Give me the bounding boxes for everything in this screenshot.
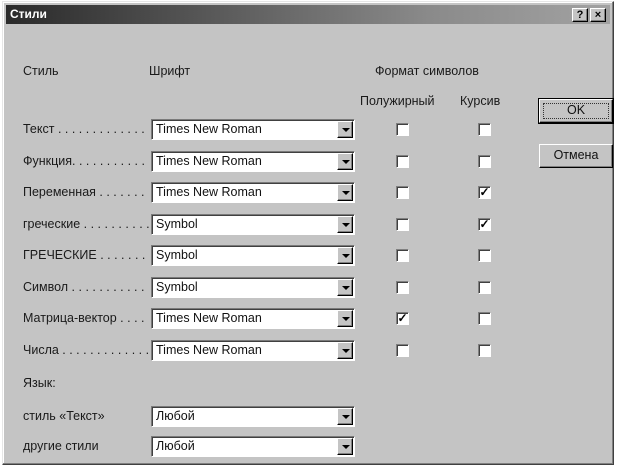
style-row-label: ГРЕЧЕСКИЕ . . . . . . . . . . . . . . . … xyxy=(23,248,149,262)
style-row-label: Символ . . . . . . . . . . . . . . . . .… xyxy=(23,280,149,294)
other-styles-language-value: Любой xyxy=(156,439,195,453)
style-column-header: Стиль xyxy=(23,64,59,78)
bold-checkbox[interactable] xyxy=(396,123,409,136)
style-row-label: Функция. . . . . . . . . . . . . . . . .… xyxy=(23,154,149,168)
font-select[interactable]: Times New Roman xyxy=(151,151,355,172)
chevron-down-icon[interactable] xyxy=(337,310,353,327)
font-select[interactable]: Times New Roman xyxy=(151,340,355,361)
chevron-down-icon[interactable] xyxy=(337,184,353,201)
ok-button[interactable]: OK xyxy=(538,98,614,124)
font-select[interactable]: Times New Roman xyxy=(151,182,355,203)
text-style-language-select[interactable]: Любой xyxy=(151,406,355,427)
style-row-label: Текст . . . . . . . . . . . . . . . . . … xyxy=(23,122,149,136)
bold-checkbox[interactable] xyxy=(396,281,409,294)
bold-checkbox[interactable]: ✓ xyxy=(396,312,409,325)
font-select-value: Times New Roman xyxy=(156,185,262,199)
bold-checkbox[interactable] xyxy=(396,249,409,262)
font-select-value: Symbol xyxy=(156,217,198,231)
font-select-value: Symbol xyxy=(156,248,198,262)
styles-dialog: Стили ? × Стиль Шрифт Формат символов По… xyxy=(2,1,614,465)
chevron-down-icon[interactable] xyxy=(337,153,353,170)
chevron-down-icon[interactable] xyxy=(337,121,353,138)
italic-checkbox[interactable] xyxy=(478,281,491,294)
font-select-value: Times New Roman xyxy=(156,343,262,357)
italic-checkbox[interactable] xyxy=(478,344,491,357)
italic-checkbox[interactable] xyxy=(478,249,491,262)
font-select-value: Times New Roman xyxy=(156,122,262,136)
italic-checkbox[interactable] xyxy=(478,312,491,325)
style-row-label: Числа . . . . . . . . . . . . . . . . . … xyxy=(23,343,149,357)
style-row-label: Переменная . . . . . . . . . . . . . . .… xyxy=(23,185,149,199)
bold-checkbox[interactable] xyxy=(396,344,409,357)
italic-checkbox[interactable] xyxy=(478,155,491,168)
bold-checkbox[interactable] xyxy=(396,155,409,168)
font-select[interactable]: Symbol xyxy=(151,214,355,235)
italic-checkbox[interactable] xyxy=(478,123,491,136)
other-styles-language-select[interactable]: Любой xyxy=(151,436,355,457)
bold-checkbox[interactable] xyxy=(396,186,409,199)
close-button[interactable]: × xyxy=(590,8,606,22)
font-column-header: Шрифт xyxy=(149,64,191,78)
cancel-button[interactable]: Отмена xyxy=(539,144,613,168)
font-select-value: Times New Roman xyxy=(156,311,262,325)
other-styles-language-label: другие стили xyxy=(23,439,99,453)
italic-checkbox[interactable]: ✓ xyxy=(478,186,491,199)
chevron-down-icon[interactable] xyxy=(337,279,353,296)
text-style-language-value: Любой xyxy=(156,409,195,423)
style-row-label: греческие . . . . . . . . . . . . . . . … xyxy=(23,217,149,231)
font-select-value: Times New Roman xyxy=(156,154,262,168)
font-select[interactable]: Symbol xyxy=(151,245,355,266)
italic-checkbox[interactable]: ✓ xyxy=(478,218,491,231)
font-select[interactable]: Times New Roman xyxy=(151,308,355,329)
ok-focus-rect xyxy=(543,103,609,119)
chevron-down-icon[interactable] xyxy=(337,247,353,264)
chevron-down-icon[interactable] xyxy=(337,342,353,359)
chevron-down-icon[interactable] xyxy=(337,408,353,425)
title-bar[interactable]: Стили ? × xyxy=(6,5,610,24)
font-select[interactable]: Times New Roman xyxy=(151,119,355,140)
format-group-header: Формат символов xyxy=(375,64,479,78)
text-style-language-label: стиль «Текст» xyxy=(23,409,105,423)
bold-checkbox[interactable] xyxy=(396,218,409,231)
window-title: Стили xyxy=(10,7,47,21)
chevron-down-icon[interactable] xyxy=(337,438,353,455)
chevron-down-icon[interactable] xyxy=(337,216,353,233)
language-heading: Язык: xyxy=(23,376,56,390)
font-select[interactable]: Symbol xyxy=(151,277,355,298)
bold-column-header: Полужирный xyxy=(360,94,435,108)
font-select-value: Symbol xyxy=(156,280,198,294)
style-row-label: Матрица-вектор . . . . . . . . . . . . .… xyxy=(23,311,149,325)
help-button[interactable]: ? xyxy=(572,8,588,22)
italic-column-header: Курсив xyxy=(460,94,501,108)
